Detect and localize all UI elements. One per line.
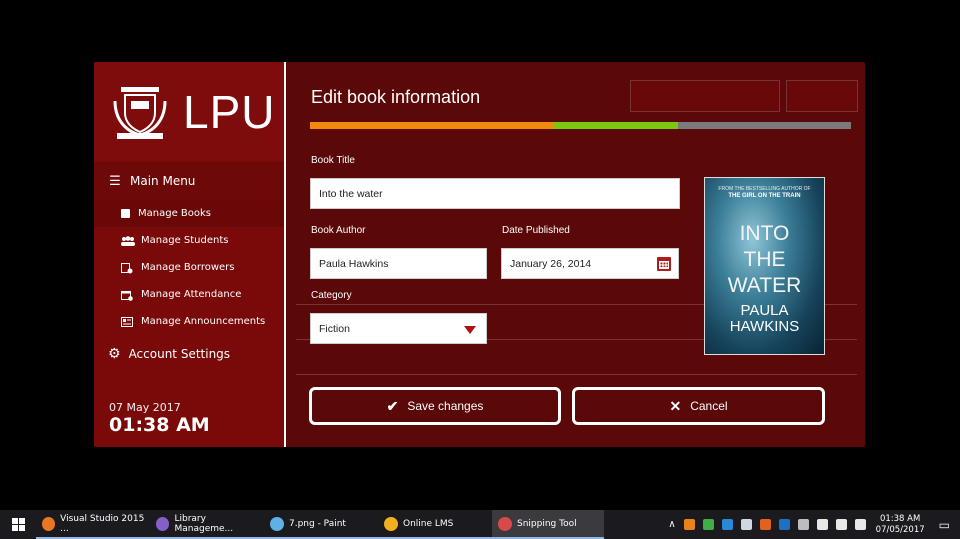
keyboard-icon[interactable] [854, 519, 866, 530]
bluetooth-icon[interactable] [778, 519, 790, 530]
sidebar-item-label: Manage Borrowers [141, 262, 235, 273]
sidebar-item-account-settings[interactable]: ⚙ Account Settings [94, 337, 284, 371]
category-label: Category [311, 290, 352, 301]
cover-author-line: PAULA [740, 302, 789, 319]
dialog-title: Edit book information [311, 87, 481, 107]
sidebar-item-manage-books[interactable]: Manage Books [94, 200, 284, 227]
category-value: Fiction [319, 322, 350, 335]
progress-segment-orange [310, 122, 554, 129]
book-author-label: Book Author [311, 225, 366, 236]
book-icon [121, 209, 130, 218]
sidebar-item-manage-attendance[interactable]: Manage Attendance [94, 281, 284, 308]
date-published-label: Date Published [502, 225, 570, 236]
cancel-button[interactable]: ✕ Cancel [572, 387, 825, 425]
start-button[interactable] [0, 510, 36, 539]
taskbar-app-library-management[interactable]: Library Manageme... [150, 510, 264, 539]
taskbar-app-label: Snipping Tool [517, 518, 577, 529]
tray-app-icon[interactable] [683, 519, 695, 530]
sidebar-item-label: Manage Students [141, 235, 229, 246]
onedrive-icon[interactable] [721, 519, 733, 530]
firefox-icon [42, 516, 56, 531]
tray-app-icon[interactable] [740, 519, 752, 530]
save-changes-label: Save changes [407, 399, 484, 413]
main-menu-header[interactable]: ☰ Main Menu [94, 162, 284, 200]
clock-time: 01:38 AM [879, 513, 921, 524]
notifications-icon[interactable]: ▭ [939, 518, 950, 532]
hamburger-icon: ☰ [109, 173, 121, 189]
taskbar-app-label: Online LMS [403, 518, 454, 529]
cover-title-line: THE [743, 248, 786, 271]
cover-title-line: INTO [739, 222, 790, 245]
cover-top-line: FROM THE BESTSELLING AUTHOR OF [718, 186, 811, 192]
progress-segment-gray [677, 122, 851, 129]
announcements-icon [121, 316, 133, 327]
sidebar-item-label: Manage Attendance [141, 289, 242, 300]
system-tray: ∧ 01:38 AM 07/05/2017 ▭ [668, 510, 960, 539]
progress-segment-green [553, 122, 678, 129]
book-title-input[interactable]: Into the water [310, 178, 680, 209]
taskbar-app-label: Library Manageme... [174, 513, 234, 534]
sidebar-date: 07 May 2017 [109, 401, 181, 414]
book-author-input[interactable]: Paula Hawkins [310, 248, 487, 279]
gear-icon: ⚙ [108, 346, 121, 362]
taskbar-app-label: Visual Studio 2015 ... [60, 513, 145, 534]
main-menu-label: Main Menu [130, 174, 196, 188]
app-window: LPU ☰ Main Menu Manage Books Manage Stud… [94, 62, 865, 447]
sidebar-item-label: Manage Announcements [141, 316, 266, 327]
brand-logo-text: LPU [183, 85, 276, 138]
students-icon [121, 235, 135, 246]
taskbar-clock[interactable]: 01:38 AM 07/05/2017 [876, 514, 925, 536]
checkmark-icon: ✔ [386, 397, 399, 414]
snipping-tool-icon [498, 516, 512, 531]
date-published-value: January 26, 2014 [510, 257, 592, 270]
sidebar-item-label: Manage Books [138, 208, 211, 219]
attendance-icon [121, 290, 133, 301]
main-menu: ☰ Main Menu Manage Books Manage Students… [94, 162, 284, 371]
dropdown-arrow-icon [464, 326, 476, 334]
taskbar-app-online-lms[interactable]: Online LMS [378, 510, 492, 539]
taskbar-app-paint[interactable]: 7.png - Paint [264, 510, 378, 539]
tray-app-icon[interactable] [702, 519, 714, 530]
date-published-picker[interactable]: January 26, 2014 [501, 248, 679, 279]
windows-logo-icon [11, 518, 25, 531]
cancel-label: Cancel [690, 399, 728, 413]
taskbar-app-snipping-tool[interactable]: Snipping Tool [492, 510, 604, 539]
taskbar: Visual Studio 2015 ... Library Manageme.… [0, 510, 960, 539]
progress-bar [310, 122, 851, 129]
visual-studio-icon [156, 516, 170, 531]
sidebar-time: 01:38 AM [109, 414, 210, 436]
taskbar-app-label: 7.png - Paint [289, 518, 346, 529]
university-seal-icon [113, 86, 167, 139]
clock-date: 07/05/2017 [875, 524, 925, 535]
logo-area: LPU [94, 62, 284, 161]
borrowers-icon [121, 262, 133, 273]
cover-title-line: WATER [727, 274, 802, 297]
cover-author-line: HAWKINS [729, 318, 800, 335]
battery-icon[interactable] [797, 519, 809, 530]
book-cover-image[interactable]: FROM THE BESTSELLING AUTHOR OF THE GIRL … [704, 177, 825, 355]
account-settings-label: Account Settings [128, 347, 231, 361]
book-title-label: Book Title [311, 155, 355, 166]
save-changes-button[interactable]: ✔ Save changes [309, 387, 561, 425]
sidebar-item-manage-borrowers[interactable]: Manage Borrowers [94, 254, 284, 281]
paint-icon [270, 516, 284, 531]
category-select[interactable]: Fiction [310, 313, 487, 344]
online-lms-icon [384, 516, 398, 531]
sidebar-item-manage-students[interactable]: Manage Students [94, 227, 284, 254]
sidebar-item-manage-announcements[interactable]: Manage Announcements [94, 308, 284, 335]
chevron-up-icon[interactable]: ∧ [668, 519, 675, 530]
background-logout-button [786, 80, 858, 112]
tray-app-icon[interactable] [759, 519, 771, 530]
close-icon: ✕ [669, 397, 682, 414]
background-button [630, 80, 780, 112]
cover-top-title: THE GIRL ON THE TRAIN [728, 193, 801, 199]
wifi-icon[interactable] [816, 519, 828, 530]
sidebar: LPU ☰ Main Menu Manage Books Manage Stud… [94, 62, 284, 447]
taskbar-app-visual-studio[interactable]: Visual Studio 2015 ... [36, 510, 150, 539]
volume-icon[interactable] [835, 519, 847, 530]
calendar-icon[interactable] [657, 257, 671, 271]
